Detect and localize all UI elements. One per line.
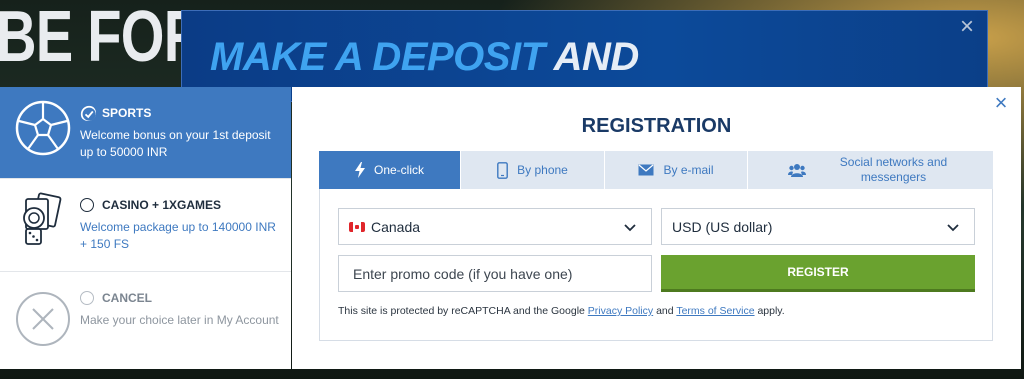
tab-by-phone[interactable]: By phone xyxy=(461,151,605,189)
legal-prefix: This site is protected by reCAPTCHA and … xyxy=(338,305,585,317)
bonus-title: CANCEL xyxy=(102,291,152,305)
bonus-description: Welcome package up to 140000 INR + 150 F… xyxy=(80,220,276,251)
register-button[interactable]: REGISTER xyxy=(661,255,975,292)
chevron-down-icon xyxy=(947,224,959,232)
currency-select[interactable]: USD (US dollar) xyxy=(661,208,975,245)
deposit-close-icon[interactable]: × xyxy=(957,15,977,39)
radio-checked-icon[interactable] xyxy=(80,105,96,121)
close-icon[interactable]: × xyxy=(993,92,1009,114)
deposit-title-a: MAKE A DEPOSIT xyxy=(210,35,545,79)
currency-value: USD (US dollar) xyxy=(672,218,773,235)
tab-social-networks[interactable]: Social networks and messengers xyxy=(748,151,993,189)
bonus-option-cancel[interactable]: CANCEL Make your choice later in My Acco… xyxy=(0,272,291,365)
deposit-title-b: AND xyxy=(553,35,640,79)
tab-label: One-click xyxy=(373,162,424,177)
registration-tabs: One-click By phone By e-mail Social netw… xyxy=(319,151,993,189)
tab-label: By e-mail xyxy=(663,162,714,177)
bonus-description: Make your choice later in My Account xyxy=(80,313,279,327)
terms-of-service-link[interactable]: Terms of Service xyxy=(676,305,754,317)
tab-by-email[interactable]: By e-mail xyxy=(605,151,748,189)
bonus-option-sports[interactable]: SPORTS Welcome bonus on your 1st deposit… xyxy=(0,87,291,179)
privacy-policy-link[interactable]: Privacy Policy xyxy=(588,305,653,317)
casino-chips-icon xyxy=(23,192,62,245)
tab-label: By phone xyxy=(517,162,568,177)
legal-and: and xyxy=(656,305,674,317)
registration-title: REGISTRATION xyxy=(581,115,732,137)
tab-label: Social networks and messengers xyxy=(839,155,948,184)
soccer-ball-icon xyxy=(15,100,71,156)
recaptcha-notice: This site is protected by reCAPTCHA and … xyxy=(338,305,785,317)
bonus-title: SPORTS xyxy=(102,106,152,120)
registration-dialog: × REGISTRATION One-click By phone By e-m… xyxy=(292,87,1021,369)
lightning-icon xyxy=(354,162,365,178)
deposit-title: MAKE A DEPOSIT AND xyxy=(210,35,639,80)
chevron-down-icon xyxy=(624,224,636,232)
bonus-option-casino[interactable]: CASINO + 1XGAMES Welcome package up to 1… xyxy=(0,179,291,272)
cancel-icon xyxy=(16,292,70,346)
bonus-description: Welcome bonus on your 1st deposit up to … xyxy=(80,128,271,159)
radio-button[interactable] xyxy=(80,291,94,305)
radio-button[interactable] xyxy=(80,198,94,212)
country-select[interactable]: Canada xyxy=(338,208,652,245)
users-icon xyxy=(787,163,806,177)
bonus-panel: SPORTS Welcome bonus on your 1st deposit… xyxy=(0,87,291,369)
tab-one-click[interactable]: One-click xyxy=(319,151,461,189)
country-value: Canada xyxy=(371,218,421,235)
legal-suffix: apply. xyxy=(757,305,785,317)
bonus-title: CASINO + 1XGAMES xyxy=(102,198,222,212)
canada-flag-icon xyxy=(349,221,365,232)
promo-code-input[interactable]: Enter promo code (if you have one) xyxy=(338,255,652,292)
envelope-icon xyxy=(638,164,654,176)
registration-form: Canada USD (US dollar) Enter promo code … xyxy=(319,189,993,341)
phone-icon xyxy=(497,161,509,179)
